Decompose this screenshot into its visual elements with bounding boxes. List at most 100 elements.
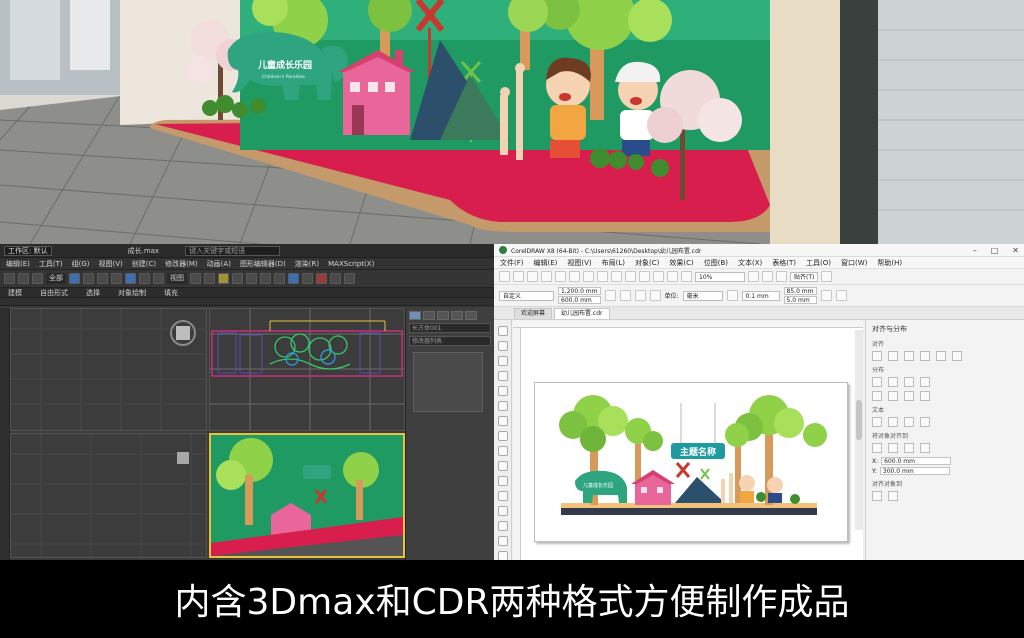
distribute-spacing-icon[interactable] bbox=[920, 377, 930, 387]
ribbon-tab-populate[interactable]: 填充 bbox=[164, 288, 178, 298]
max-selection-filter[interactable]: 全部 bbox=[46, 273, 66, 284]
max-menu-tools[interactable]: 工具(T) bbox=[39, 259, 63, 269]
cdr-menu-object[interactable]: 对象(C) bbox=[635, 258, 659, 268]
guidelines-icon[interactable] bbox=[776, 271, 787, 282]
landscape-icon[interactable] bbox=[619, 290, 631, 301]
distribute-top-icon[interactable] bbox=[872, 391, 882, 401]
cdr-menu-file[interactable]: 文件(F) bbox=[500, 258, 524, 268]
page-edge-icon[interactable] bbox=[888, 443, 898, 453]
scrollbar-thumb[interactable] bbox=[856, 400, 862, 440]
undo-icon[interactable] bbox=[4, 273, 15, 284]
horizontal-ruler[interactable] bbox=[513, 320, 863, 328]
distribute-left-icon[interactable] bbox=[872, 377, 882, 387]
page-center-icon[interactable] bbox=[904, 443, 914, 453]
new-doc-icon[interactable] bbox=[499, 271, 510, 282]
zoom-level-select[interactable]: 10% bbox=[695, 271, 745, 282]
max-menu-rendering[interactable]: 渲染(R) bbox=[295, 259, 319, 269]
cdr-menu-text[interactable]: 文本(X) bbox=[738, 258, 762, 268]
max-menu-create[interactable]: 创建(C) bbox=[132, 259, 156, 269]
render-frame-icon[interactable] bbox=[330, 273, 341, 284]
treat-as-filled-icon[interactable] bbox=[820, 290, 832, 301]
object-name-field[interactable]: 长方体001 bbox=[409, 323, 491, 333]
print-icon[interactable] bbox=[541, 271, 552, 282]
display-tab-icon[interactable] bbox=[465, 311, 477, 320]
docker-y-field[interactable]: 300.0 mm bbox=[879, 467, 950, 475]
publish-pdf-icon[interactable] bbox=[667, 271, 678, 282]
open-icon[interactable] bbox=[513, 271, 524, 282]
connector-tool-icon[interactable] bbox=[497, 491, 508, 501]
window-crossing-icon[interactable] bbox=[111, 273, 122, 284]
page-height-field[interactable]: 600.0 mm bbox=[558, 296, 601, 304]
layer-icon[interactable] bbox=[274, 273, 285, 284]
select-object-icon[interactable] bbox=[69, 273, 80, 284]
move-icon[interactable] bbox=[125, 273, 136, 284]
curve-editor-icon[interactable] bbox=[288, 273, 299, 284]
distribute-middle-icon[interactable] bbox=[888, 391, 898, 401]
freehand-tool-icon[interactable] bbox=[497, 386, 508, 396]
search-content-icon[interactable] bbox=[625, 271, 636, 282]
cdr-menu-window[interactable]: 窗口(W) bbox=[841, 258, 867, 268]
crop-tool-icon[interactable] bbox=[497, 356, 508, 366]
redo-icon[interactable] bbox=[611, 271, 622, 282]
modify-tab-icon[interactable] bbox=[423, 311, 435, 320]
link-icon[interactable] bbox=[32, 273, 43, 284]
all-pages-icon[interactable] bbox=[634, 290, 646, 301]
rect-select-icon[interactable] bbox=[97, 273, 108, 284]
grid-icon[interactable] bbox=[762, 271, 773, 282]
cdr-menu-help[interactable]: 帮助(H) bbox=[877, 258, 902, 268]
pick-tool-icon[interactable] bbox=[497, 326, 508, 336]
rotate-icon[interactable] bbox=[139, 273, 150, 284]
minimize-icon[interactable]: – bbox=[973, 246, 977, 255]
viewport-front[interactable] bbox=[209, 308, 405, 431]
max-menu-views[interactable]: 视图(V) bbox=[99, 259, 123, 269]
units-select[interactable]: 毫米 bbox=[682, 290, 723, 301]
cdr-menu-tools[interactable]: 工具(O) bbox=[806, 258, 831, 268]
parallel-dimension-icon[interactable] bbox=[497, 476, 508, 486]
hierarchy-tab-icon[interactable] bbox=[437, 311, 449, 320]
distribute-bottom-icon[interactable] bbox=[904, 391, 914, 401]
current-page-icon[interactable] bbox=[649, 290, 661, 301]
rulers-icon[interactable] bbox=[748, 271, 759, 282]
save-icon[interactable] bbox=[527, 271, 538, 282]
portrait-icon[interactable] bbox=[604, 290, 616, 301]
snap-to-select[interactable]: 贴齐(T) bbox=[790, 271, 819, 282]
interactive-fill-icon[interactable] bbox=[497, 551, 508, 560]
render-icon[interactable] bbox=[344, 273, 355, 284]
distribute-vspacing-icon[interactable] bbox=[920, 391, 930, 401]
align-icon[interactable] bbox=[260, 273, 271, 284]
viewport-perspective[interactable] bbox=[209, 433, 405, 558]
options-gear-icon[interactable] bbox=[821, 271, 833, 282]
viewport-top[interactable] bbox=[10, 308, 207, 431]
modifier-list-select[interactable]: 修改器列表 bbox=[409, 336, 491, 346]
pivot-icon[interactable] bbox=[190, 273, 201, 284]
dup-x-field[interactable]: 85.0 mm bbox=[783, 287, 817, 295]
ellipse-tool-icon[interactable] bbox=[497, 431, 508, 441]
align-right-icon[interactable] bbox=[904, 351, 914, 361]
import-icon[interactable] bbox=[639, 271, 650, 282]
align-objects-left-icon[interactable] bbox=[872, 491, 882, 501]
max-menu-maxscript[interactable]: MAXScript(X) bbox=[328, 260, 374, 268]
ribbon-tab-object-paint[interactable]: 对象绘制 bbox=[118, 288, 146, 298]
grid-align-icon[interactable] bbox=[920, 443, 930, 453]
copy-icon[interactable] bbox=[569, 271, 580, 282]
cut-icon[interactable] bbox=[555, 271, 566, 282]
outline-icon[interactable] bbox=[920, 417, 930, 427]
text-tool-icon[interactable] bbox=[497, 461, 508, 471]
max-search-input[interactable]: 键入关键字或短语 bbox=[185, 245, 281, 256]
full-screen-icon[interactable] bbox=[681, 271, 692, 282]
vertical-scrollbar[interactable] bbox=[855, 330, 863, 530]
first-baseline-icon[interactable] bbox=[872, 417, 882, 427]
transparency-icon[interactable] bbox=[497, 521, 508, 531]
align-top-icon[interactable] bbox=[920, 351, 930, 361]
close-icon[interactable]: ✕ bbox=[1012, 246, 1019, 255]
max-workspace-select[interactable]: 工作区: 默认 bbox=[4, 245, 52, 256]
cdr-drawing-canvas[interactable]: 主题名称 儿童成长乐园 bbox=[513, 320, 863, 560]
tab-welcome-screen[interactable]: 欢迎屏幕 bbox=[514, 308, 553, 319]
artwork-backdrop[interactable]: 主题名称 儿童成长乐园 bbox=[535, 383, 848, 542]
viewport-left[interactable] bbox=[10, 433, 207, 558]
page-width-field[interactable]: 1,200.0 mm bbox=[558, 287, 601, 295]
paste-icon[interactable] bbox=[583, 271, 594, 282]
ribbon-tab-modeling[interactable]: 建模 bbox=[8, 288, 22, 298]
maximize-icon[interactable]: □ bbox=[991, 246, 999, 255]
ribbon-tab-freeform[interactable]: 自由形式 bbox=[40, 288, 68, 298]
